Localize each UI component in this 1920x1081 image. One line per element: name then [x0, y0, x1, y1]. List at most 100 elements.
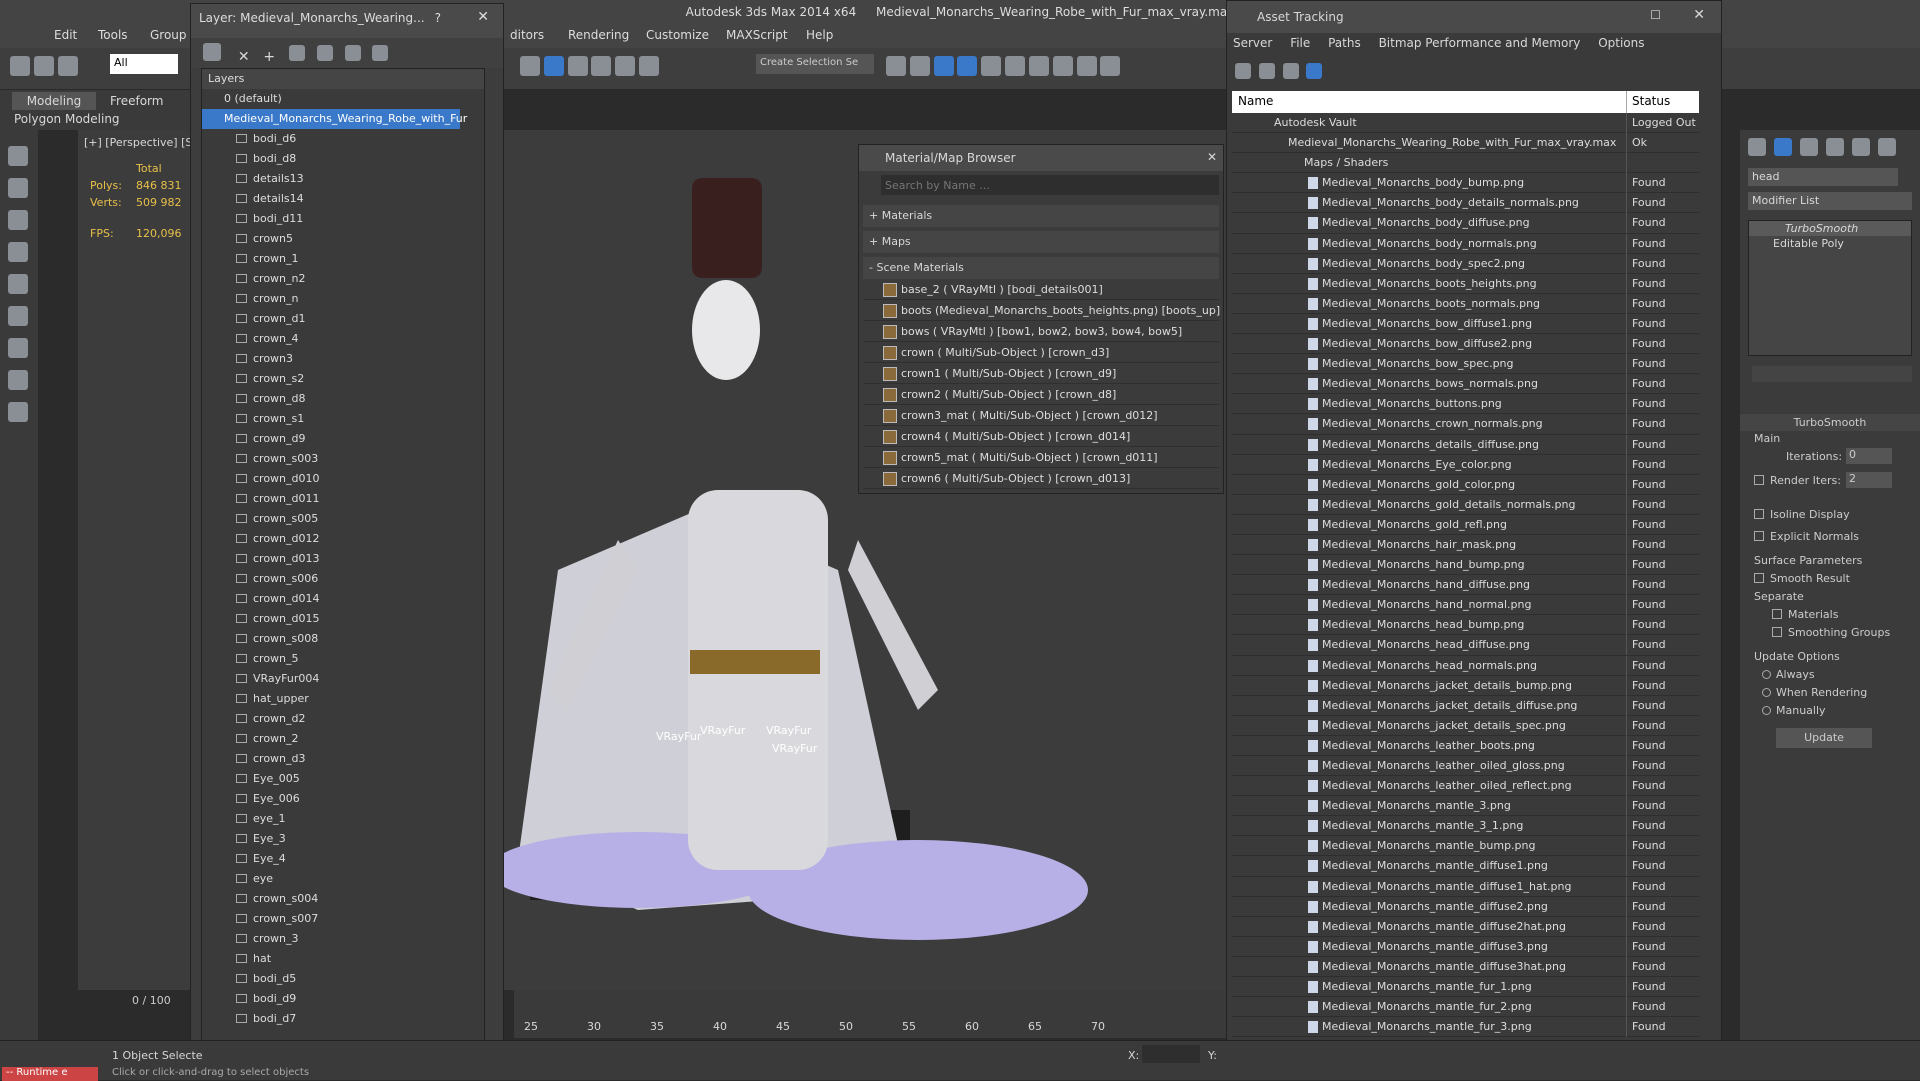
layer-object-row[interactable]: crown_s1	[202, 409, 484, 429]
asset-map-row[interactable]: Medieval_Monarchs_head_normals.png Found	[1232, 655, 1699, 676]
layer-object-row[interactable]: crown_d1	[202, 309, 484, 329]
group-scene-materials[interactable]: - Scene Materials	[863, 257, 1219, 279]
utilities-tab-icon[interactable]	[1878, 138, 1896, 156]
layer-object-row[interactable]: Eye_4	[202, 849, 484, 869]
highlight-layer-icon[interactable]	[316, 45, 333, 61]
layer-active[interactable]: Medieval_Monarchs_Wearing_Robe_with_Fur	[202, 109, 467, 129]
layer-object-row[interactable]: crown_d015	[202, 609, 484, 629]
layer-object-row[interactable]: Eye_005	[202, 769, 484, 789]
col-status[interactable]: Status	[1626, 91, 1670, 113]
asset-menu-options[interactable]: Options	[1598, 36, 1644, 50]
group-materials[interactable]: + Materials	[863, 205, 1219, 227]
render-icon[interactable]	[1100, 56, 1121, 76]
asset-map-row[interactable]: Medieval_Monarchs_bow_diffuse2.png Found	[1232, 334, 1699, 355]
asset-map-row[interactable]: Medieval_Monarchs_boots_normals.png Found	[1232, 293, 1699, 314]
materials-checkbox[interactable]	[1772, 609, 1782, 619]
time-slider-frame[interactable]: 0 / 100	[132, 994, 171, 1007]
camera-icon[interactable]	[8, 306, 28, 326]
stack-editable-poly[interactable]: Editable Poly	[1749, 236, 1911, 251]
spacewarp-icon[interactable]	[8, 370, 28, 390]
layer-object-row[interactable]: crown_n	[202, 289, 484, 309]
hide-layers-icon[interactable]	[344, 45, 361, 61]
layer-object-row[interactable]: bodi_d7	[202, 1009, 484, 1029]
menu-editors[interactable]: ditors	[510, 28, 544, 42]
asset-menu-server[interactable]: Server	[1233, 36, 1272, 50]
layer-object-row[interactable]: crown_2	[202, 729, 484, 749]
detail-view-icon[interactable]	[1282, 63, 1299, 79]
scene-material-row[interactable]: crown6 ( Multi/Sub-Object ) [crown_d013]	[863, 468, 1219, 489]
layer-object-row[interactable]: crown_3	[202, 929, 484, 949]
x-coord-field[interactable]	[1142, 1045, 1200, 1063]
add-to-layer-icon[interactable]: +	[263, 49, 275, 65]
asset-map-row[interactable]: Medieval_Monarchs_jacket_details_diffuse…	[1232, 695, 1699, 716]
asset-map-row[interactable]: Medieval_Monarchs_mantle_diffuse1_hat.pn…	[1232, 876, 1699, 897]
explicit-normals-checkbox[interactable]	[1754, 531, 1764, 541]
bind-spacewarp-icon[interactable]	[57, 56, 78, 76]
layer-object-row[interactable]: crown_1	[202, 249, 484, 269]
help-icon[interactable]: ?	[435, 11, 441, 25]
asset-map-row[interactable]: Medieval_Monarchs_jacket_details_bump.pn…	[1232, 675, 1699, 696]
asset-map-row[interactable]: Medieval_Monarchs_leather_oiled_gloss.pn…	[1232, 756, 1699, 777]
render-frame-icon[interactable]	[1076, 56, 1097, 76]
asset-map-row[interactable]: Medieval_Monarchs_crown_normals.png Found	[1232, 414, 1699, 435]
timeline[interactable]: 25 30 35 40 45 50 55 60 65 70	[514, 990, 1226, 1038]
layer-object-row[interactable]: bodi_d6	[202, 129, 484, 149]
layer-object-row[interactable]: Eye_3	[202, 829, 484, 849]
layer-object-row[interactable]: bodi_d8	[202, 149, 484, 169]
tab-freeform[interactable]: Freeform	[110, 92, 163, 110]
select-link-icon[interactable]	[10, 56, 30, 76]
group-maps[interactable]: + Maps	[863, 231, 1219, 253]
unlink-icon[interactable]	[33, 56, 54, 76]
asset-map-row[interactable]: Medieval_Monarchs_bow_spec.png Found	[1232, 354, 1699, 375]
close-icon[interactable]: ✕	[477, 9, 489, 25]
scene-material-row[interactable]: crown2 ( Multi/Sub-Object ) [crown_d8]	[863, 384, 1219, 405]
col-name[interactable]: Name	[1238, 94, 1273, 108]
asset-map-row[interactable]: Medieval_Monarchs_leather_boots.png Found	[1232, 735, 1699, 756]
layer-object-row[interactable]: crown_s004	[202, 889, 484, 909]
object-name-field[interactable]: head	[1748, 168, 1898, 186]
helper-icon[interactable]	[8, 338, 28, 358]
curve-editor-icon[interactable]	[981, 56, 1002, 76]
hierarchy-tab-icon[interactable]	[1800, 138, 1818, 156]
layer-object-row[interactable]: crown_d010	[202, 469, 484, 489]
layer-object-row[interactable]: bodi_d5	[202, 969, 484, 989]
maxscript-listener[interactable]: -- Runtime e	[2, 1067, 98, 1081]
asset-map-row[interactable]: Medieval_Monarchs_head_diffuse.png Found	[1232, 635, 1699, 656]
layer-object-row[interactable]: VRayFur004	[202, 669, 484, 689]
schematic-view-icon[interactable]	[1005, 56, 1026, 76]
layer-object-row[interactable]: details13	[202, 169, 484, 189]
light-icon[interactable]	[8, 274, 28, 294]
when-rendering-radio[interactable]	[1762, 688, 1771, 697]
snap-icon[interactable]	[567, 56, 588, 76]
systems-icon[interactable]	[8, 402, 28, 422]
material-browser-close-icon[interactable]: ✕	[1207, 150, 1217, 164]
modify-tab-icon[interactable]	[1774, 138, 1792, 156]
material-editor-icon[interactable]	[1028, 56, 1049, 76]
isoline-checkbox[interactable]	[1754, 509, 1764, 519]
layer-object-row[interactable]: crown_d2	[202, 709, 484, 729]
smooth-result-checkbox[interactable]	[1754, 573, 1764, 583]
scene-material-row[interactable]: base_2 ( VRayMtl ) [bodi_details001]	[863, 279, 1219, 300]
asset-map-row[interactable]: Medieval_Monarchs_mantle_fur_2.png Found	[1232, 997, 1699, 1018]
motion-tab-icon[interactable]	[1826, 138, 1844, 156]
ribbon-toggle-icon[interactable]	[957, 56, 978, 76]
material-search-input[interactable]	[881, 175, 1219, 195]
asset-map-row[interactable]: Medieval_Monarchs_body_details_normals.p…	[1232, 193, 1699, 214]
layer-manager-icon[interactable]	[933, 56, 954, 76]
table-view-icon[interactable]	[1306, 63, 1323, 79]
layer-object-row[interactable]: bodi_d9	[202, 989, 484, 1009]
layer-object-row[interactable]: crown_4	[202, 329, 484, 349]
layer-object-row[interactable]: crown_n2	[202, 269, 484, 289]
render-iters-checkbox[interactable]	[1754, 475, 1764, 485]
asset-map-row[interactable]: Medieval_Monarchs_boots_heights.png Found	[1232, 273, 1699, 294]
menu-group[interactable]: Group	[150, 28, 187, 42]
asset-map-row[interactable]: Medieval_Monarchs_body_normals.png Found	[1232, 233, 1699, 254]
select-objects-icon[interactable]	[288, 45, 305, 61]
menu-rendering[interactable]: Rendering	[568, 28, 629, 42]
layer-object-row[interactable]: Eye_006	[202, 789, 484, 809]
render-setup-icon[interactable]	[1052, 56, 1073, 76]
asset-map-row[interactable]: Medieval_Monarchs_leather_oiled_reflect.…	[1232, 776, 1699, 797]
select-scale-icon[interactable]	[543, 56, 564, 76]
create-tab-icon[interactable]	[1748, 138, 1766, 156]
layer-object-row[interactable]: crown_s006	[202, 569, 484, 589]
